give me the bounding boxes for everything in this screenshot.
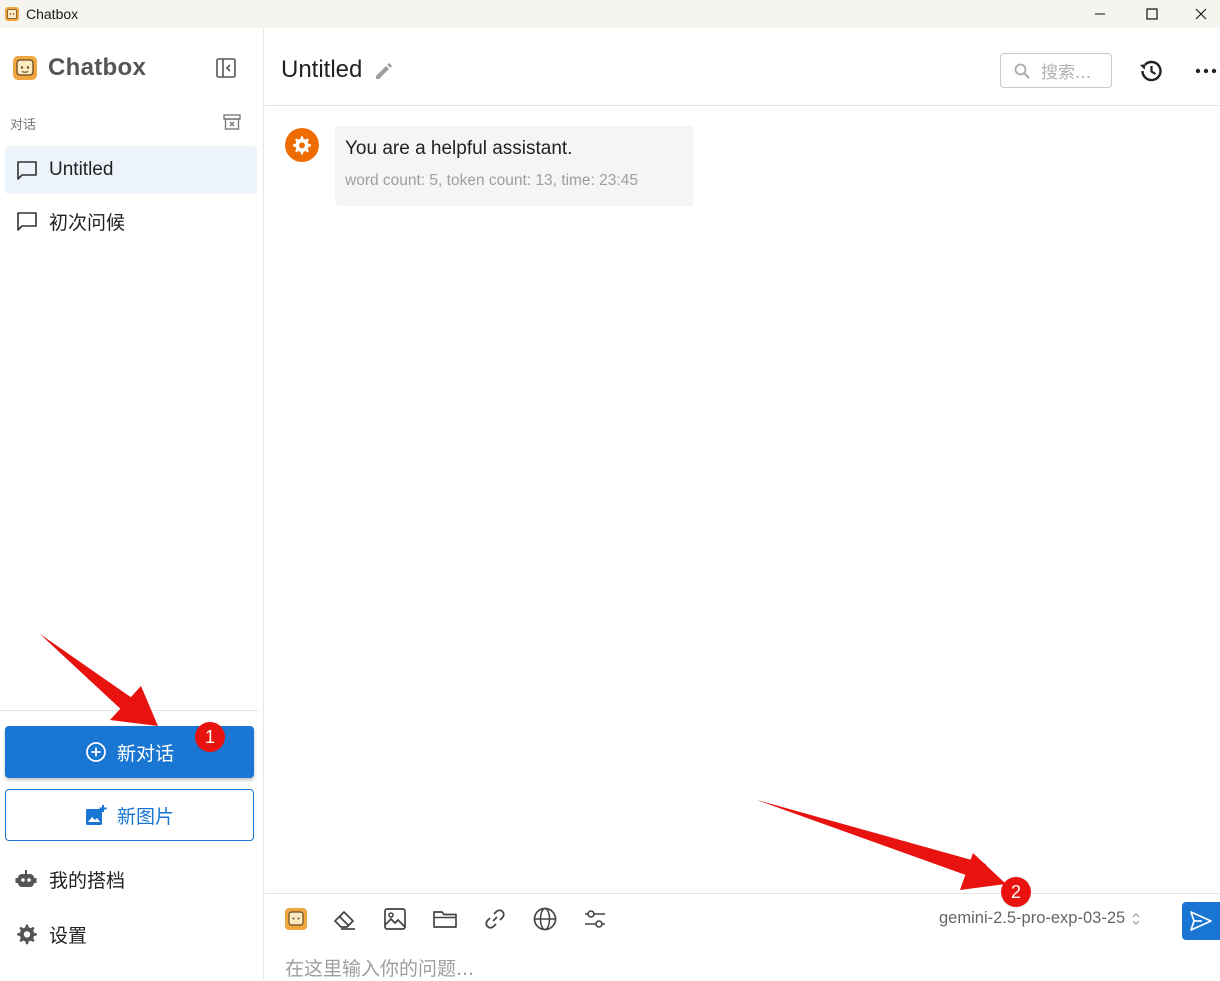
more-options-icon[interactable] <box>1193 57 1219 85</box>
close-button[interactable] <box>1181 0 1220 28</box>
message-input[interactable]: 在这里输入你的问题... <box>285 954 474 981</box>
chat-header: Untitled 搜索... <box>265 28 1220 106</box>
message-bubble: You are a helpful assistant. word count:… <box>335 126 694 206</box>
input-area: gemini-2.5-pro-exp-03-25 在这里输入你的问题... <box>265 893 1220 981</box>
maximize-icon <box>1146 8 1158 20</box>
new-image-label: 新图片 <box>116 805 174 828</box>
eraser-icon[interactable] <box>332 906 358 932</box>
annotation-badge-2: 2 <box>1001 877 1031 907</box>
send-button[interactable] <box>1182 902 1220 940</box>
gear-icon <box>17 924 37 945</box>
search-placeholder: 搜索... <box>1041 63 1092 83</box>
conversation-item-untitled[interactable]: Untitled <box>5 146 257 194</box>
link-icon[interactable] <box>482 906 508 932</box>
chatbox-app-icon <box>5 7 19 21</box>
gear-icon <box>293 136 311 155</box>
collapse-sidebar-icon[interactable] <box>214 56 238 80</box>
folder-icon[interactable] <box>432 906 458 932</box>
settings-link[interactable]: 设置 <box>14 916 87 952</box>
annotation-badge-1: 1 <box>195 722 225 752</box>
model-selector[interactable]: gemini-2.5-pro-exp-03-25 <box>939 909 1141 928</box>
search-icon <box>1014 63 1030 79</box>
up-down-chevron-icon <box>1132 912 1140 925</box>
message-meta: word count: 5, token count: 13, time: 23… <box>345 172 638 189</box>
edit-pencil-icon[interactable] <box>373 60 395 82</box>
conversation-label: Untitled <box>49 159 114 180</box>
window-title: Chatbox <box>26 6 79 22</box>
conversation-item-greeting[interactable]: 初次问候 <box>5 197 257 245</box>
sidebar: Chatbox 对话 Untitled 初次问候 新对话 新图片 我的搭档 设置 <box>0 28 264 979</box>
settings-sliders-icon[interactable] <box>582 906 608 932</box>
model-name: gemini-2.5-pro-exp-03-25 <box>939 909 1126 927</box>
my-copilots-label: 我的搭档 <box>49 869 126 892</box>
system-message: You are a helpful assistant. word count:… <box>285 126 694 206</box>
minimize-icon <box>1095 13 1105 15</box>
sidebar-divider <box>0 710 258 711</box>
minimize-button[interactable] <box>1077 0 1123 28</box>
globe-icon[interactable] <box>532 906 558 932</box>
add-circle-icon <box>86 742 106 762</box>
robot-icon <box>15 870 37 887</box>
conversations-section-label: 对话 <box>10 118 37 133</box>
chat-bubble-icon <box>17 212 37 231</box>
chatbox-logo-icon <box>13 56 37 80</box>
history-icon[interactable] <box>1137 57 1165 85</box>
maximize-button[interactable] <box>1129 0 1175 28</box>
window-titlebar: Chatbox <box>0 0 1220 28</box>
chat-title: Untitled <box>281 56 363 83</box>
send-icon <box>1190 911 1212 931</box>
main-panel: Untitled 搜索... You are a helpful assista… <box>265 28 1220 981</box>
brand: Chatbox <box>12 54 146 82</box>
system-avatar <box>285 128 319 162</box>
my-copilots-link[interactable]: 我的搭档 <box>14 861 125 897</box>
chat-bubble-icon <box>17 161 37 180</box>
brand-name: Chatbox <box>48 54 147 81</box>
clear-conversations-icon[interactable] <box>222 112 242 132</box>
image-icon[interactable] <box>382 906 408 932</box>
close-icon <box>1195 8 1206 20</box>
message-text: You are a helpful assistant. <box>345 138 573 159</box>
new-image-button[interactable]: 新图片 <box>5 789 254 841</box>
new-chat-label: 新对话 <box>116 742 174 765</box>
conversation-label: 初次问候 <box>49 212 126 234</box>
add-image-icon <box>85 805 107 825</box>
settings-label: 设置 <box>49 924 88 947</box>
search-input[interactable]: 搜索... <box>1000 53 1112 88</box>
copilot-avatar-icon[interactable] <box>283 906 309 932</box>
